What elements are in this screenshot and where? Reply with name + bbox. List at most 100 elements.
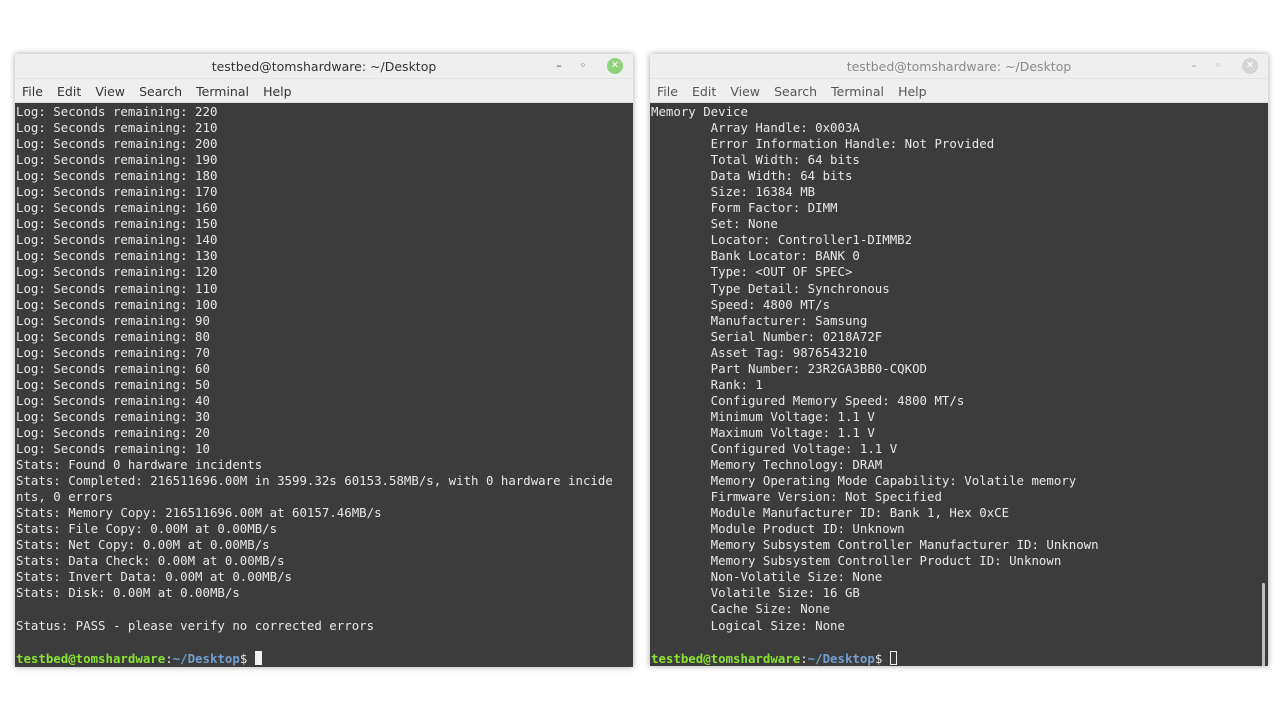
close-icon[interactable]: ✕ bbox=[607, 58, 623, 74]
prompt-line: testbed@tomshardware:~/Desktop$ bbox=[650, 650, 1268, 666]
terminal-window-left[interactable]: testbed@tomshardware: ~/Desktop – ◦ ✕ Fi… bbox=[15, 54, 633, 667]
terminal-line: Log: Seconds remaining: 60 bbox=[16, 360, 210, 376]
terminal-line: Log: Seconds remaining: 70 bbox=[16, 344, 210, 360]
menu-file[interactable]: File bbox=[657, 79, 685, 99]
terminal-line: Logical Size: None bbox=[651, 617, 845, 633]
terminal-line: Minimum Voltage: 1.1 V bbox=[651, 408, 875, 424]
menu-terminal[interactable]: Terminal bbox=[196, 79, 256, 99]
terminal-line: Log: Seconds remaining: 40 bbox=[16, 392, 210, 408]
terminal-line: Log: Seconds remaining: 130 bbox=[16, 248, 218, 264]
title-bar[interactable]: testbed@tomshardware: ~/Desktop – ◦ ✕ bbox=[15, 54, 633, 79]
maximize-icon[interactable]: ◦ bbox=[575, 58, 591, 74]
menu-help[interactable]: Help bbox=[263, 79, 299, 99]
text-cursor bbox=[254, 650, 262, 665]
terminal-lines: Log: Seconds remaining: 220 Log: Seconds … bbox=[15, 103, 633, 650]
terminal-window-right[interactable]: testbed@tomshardware: ~/Desktop – ◦ ✕ Fi… bbox=[650, 54, 1268, 666]
terminal-line: Bank Locator: BANK 0 bbox=[651, 248, 860, 264]
terminal-line: Stats: Completed: 216511696.00M in 3599.… bbox=[16, 473, 613, 489]
terminal-line: Log: Seconds remaining: 180 bbox=[16, 168, 218, 184]
minimize-icon[interactable]: – bbox=[551, 58, 567, 74]
terminal-line: Log: Seconds remaining: 190 bbox=[16, 152, 218, 168]
terminal-line: Log: Seconds remaining: 30 bbox=[16, 408, 210, 424]
terminal-line: Log: Seconds remaining: 160 bbox=[16, 200, 218, 216]
terminal-line: Speed: 4800 MT/s bbox=[651, 296, 831, 312]
terminal-line: Rank: 1 bbox=[651, 376, 763, 392]
terminal-line: Log: Seconds remaining: 140 bbox=[16, 232, 218, 248]
terminal-line: Array Handle: 0x003A bbox=[651, 120, 860, 136]
terminal-line: Memory Operating Mode Capability: Volati… bbox=[651, 473, 1077, 489]
terminal-line: Log: Seconds remaining: 200 bbox=[16, 136, 218, 152]
terminal-output[interactable]: Log: Seconds remaining: 220 Log: Seconds … bbox=[15, 103, 633, 667]
terminal-line: Non-Volatile Size: None bbox=[651, 569, 883, 585]
terminal-line: Stats: Net Copy: 0.00M at 0.00MB/s bbox=[16, 537, 270, 553]
prompt-separator: : bbox=[800, 650, 808, 666]
terminal-line: Log: Seconds remaining: 80 bbox=[16, 328, 210, 344]
prompt-symbol: $ bbox=[874, 650, 890, 666]
terminal-line: Part Number: 23R2GA3BB0-CQKOD bbox=[651, 360, 928, 376]
terminal-line: Log: Seconds remaining: 20 bbox=[16, 424, 210, 440]
terminal-line: Log: Seconds remaining: 120 bbox=[16, 264, 218, 280]
menu-search[interactable]: Search bbox=[774, 79, 824, 99]
menu-bar: File Edit View Search Terminal Help bbox=[15, 79, 633, 103]
menu-bar: File Edit View Search Terminal Help bbox=[650, 79, 1268, 103]
terminal-line: Configured Voltage: 1.1 V bbox=[651, 440, 898, 456]
terminal-line: Stats: File Copy: 0.00M at 0.00MB/s bbox=[16, 521, 278, 537]
prompt-line: testbed@tomshardware:~/Desktop$ bbox=[15, 650, 633, 667]
terminal-line: Maximum Voltage: 1.1 V bbox=[651, 424, 875, 440]
prompt-path: ~/Desktop bbox=[807, 650, 875, 666]
prompt-user-host: testbed@tomshardware bbox=[651, 650, 801, 666]
terminal-line: Set: None bbox=[651, 216, 778, 232]
terminal-line: Stats: Memory Copy: 216511696.00M at 601… bbox=[16, 505, 382, 521]
terminal-line: Firmware Version: Not Specified bbox=[651, 489, 942, 505]
prompt-symbol: $ bbox=[239, 650, 255, 666]
terminal-line: Cache Size: None bbox=[651, 601, 831, 617]
terminal-line: Form Factor: DIMM bbox=[651, 200, 838, 216]
terminal-line: Log: Seconds remaining: 50 bbox=[16, 376, 210, 392]
terminal-output[interactable]: Memory Device Array Handle: 0x003A Error… bbox=[650, 103, 1268, 666]
scrollbar[interactable] bbox=[1262, 583, 1265, 666]
terminal-line: Locator: Controller1-DIMMB2 bbox=[651, 232, 913, 248]
terminal-line: Stats: Invert Data: 0.00M at 0.00MB/s bbox=[16, 569, 293, 585]
prompt-separator: : bbox=[165, 650, 173, 666]
terminal-line: Log: Seconds remaining: 110 bbox=[16, 280, 218, 296]
terminal-line: Log: Seconds remaining: 10 bbox=[16, 440, 210, 456]
terminal-line: Log: Seconds remaining: 100 bbox=[16, 296, 218, 312]
terminal-line: Stats: Disk: 0.00M at 0.00MB/s bbox=[16, 585, 240, 601]
menu-help[interactable]: Help bbox=[898, 79, 934, 99]
terminal-line: Serial Number: 0218A72F bbox=[651, 328, 883, 344]
title-bar[interactable]: testbed@tomshardware: ~/Desktop – ◦ ✕ bbox=[650, 54, 1268, 79]
menu-terminal[interactable]: Terminal bbox=[831, 79, 891, 99]
terminal-line: Memory Subsystem Controller Manufacturer… bbox=[651, 537, 1099, 553]
prompt-user-host: testbed@tomshardware bbox=[16, 650, 166, 666]
terminal-line: Stats: Found 0 hardware incidents bbox=[16, 457, 263, 473]
terminal-line: Memory Technology: DRAM bbox=[651, 457, 883, 473]
terminal-line: Type: <OUT OF SPEC> bbox=[651, 264, 853, 280]
terminal-lines: Memory Device Array Handle: 0x003A Error… bbox=[650, 103, 1268, 650]
prompt-path: ~/Desktop bbox=[172, 650, 240, 666]
menu-file[interactable]: File bbox=[22, 79, 50, 99]
window-title: testbed@tomshardware: ~/Desktop bbox=[211, 59, 437, 74]
terminal-line: Log: Seconds remaining: 150 bbox=[16, 216, 218, 232]
terminal-line: Memory Device bbox=[651, 104, 748, 119]
menu-view[interactable]: View bbox=[95, 79, 132, 99]
terminal-line: Log: Seconds remaining: 220 bbox=[16, 104, 218, 119]
menu-search[interactable]: Search bbox=[139, 79, 189, 99]
terminal-line: Module Product ID: Unknown bbox=[651, 521, 905, 537]
close-icon[interactable]: ✕ bbox=[1242, 58, 1258, 74]
window-title: testbed@tomshardware: ~/Desktop bbox=[846, 59, 1072, 74]
menu-view[interactable]: View bbox=[730, 79, 767, 99]
maximize-icon[interactable]: ◦ bbox=[1210, 58, 1226, 74]
menu-edit[interactable]: Edit bbox=[692, 79, 723, 99]
terminal-line: Log: Seconds remaining: 170 bbox=[16, 184, 218, 200]
terminal-line: Configured Memory Speed: 4800 MT/s bbox=[651, 392, 965, 408]
terminal-line: Type Detail: Synchronous bbox=[651, 280, 890, 296]
terminal-line: nts, 0 errors bbox=[16, 489, 113, 505]
terminal-line: Log: Seconds remaining: 210 bbox=[16, 120, 218, 136]
terminal-line: Memory Subsystem Controller Product ID: … bbox=[651, 553, 1062, 569]
minimize-icon[interactable]: – bbox=[1186, 58, 1202, 74]
menu-edit[interactable]: Edit bbox=[57, 79, 88, 99]
terminal-line: Total Width: 64 bits bbox=[651, 152, 860, 168]
